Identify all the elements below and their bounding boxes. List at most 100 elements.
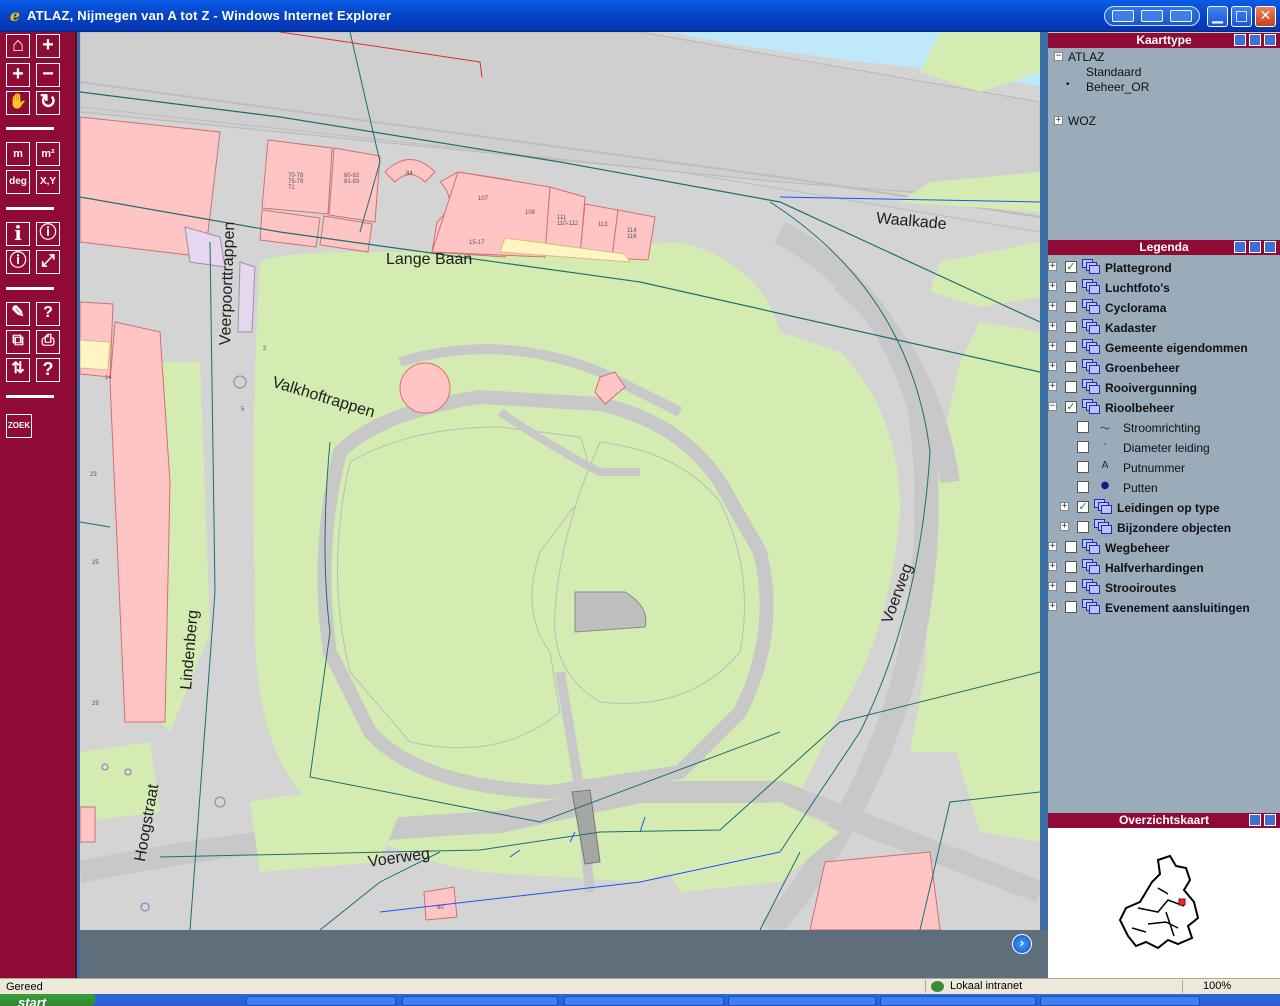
- measure-length-button[interactable]: m: [6, 142, 30, 166]
- layer-checkbox[interactable]: [1065, 381, 1077, 393]
- start-button[interactable]: start: [0, 994, 96, 1006]
- kaarttype-option-beheer-or[interactable]: Beheer_OR: [1086, 80, 1149, 94]
- layer-checkbox[interactable]: [1077, 441, 1089, 453]
- legend-group-bijzondere-objecten[interactable]: + Bijzondere objecten: [1048, 517, 1280, 537]
- panel-restore-icon[interactable]: [1249, 34, 1261, 46]
- degrees-button[interactable]: deg: [6, 170, 30, 194]
- close-button[interactable]: ✕: [1255, 6, 1276, 27]
- sort-icon[interactable]: ⇅: [6, 358, 30, 382]
- panel-minimize-icon[interactable]: [1234, 241, 1246, 253]
- panel-maximize-icon[interactable]: [1264, 241, 1276, 253]
- title-toolbar[interactable]: [1104, 6, 1200, 26]
- coordinates-button[interactable]: X,Y: [36, 170, 60, 194]
- panel-restore-icon[interactable]: [1249, 241, 1261, 253]
- display-icon[interactable]: [1169, 10, 1192, 22]
- map-canvas[interactable]: [80, 32, 1040, 930]
- home-icon[interactable]: ⌂: [6, 34, 30, 58]
- layer-expander-icon[interactable]: +: [1048, 602, 1057, 611]
- edit-icon[interactable]: ✎: [6, 302, 30, 326]
- layer-checkbox[interactable]: [1065, 581, 1077, 593]
- minimize-button[interactable]: ▁: [1207, 6, 1228, 27]
- layer-expander-icon[interactable]: +: [1048, 542, 1057, 551]
- layers-icon[interactable]: ⧉: [6, 330, 30, 354]
- fullscreen-icon[interactable]: ⤢: [36, 250, 60, 274]
- layer-checkbox[interactable]: [1065, 321, 1077, 333]
- maximize-button[interactable]: □: [1231, 6, 1252, 27]
- legend-layer-gemeente-eigendommen[interactable]: + Gemeente eigendommen: [1048, 337, 1280, 357]
- panel-maximize-icon[interactable]: [1264, 34, 1276, 46]
- woz-expander[interactable]: +: [1054, 116, 1063, 125]
- zoek-button[interactable]: ZOEK: [6, 414, 32, 438]
- layer-checkbox[interactable]: ✓: [1065, 401, 1077, 413]
- map-view[interactable]: Lange Baan Waalkade Veerpoorttrappen Val…: [80, 32, 1040, 930]
- layer-checkbox[interactable]: [1065, 561, 1077, 573]
- measure-area-button[interactable]: m²: [36, 142, 60, 166]
- layer-checkbox[interactable]: [1077, 461, 1089, 473]
- zoom-level[interactable]: 100%: [1203, 980, 1231, 992]
- taskbar-item[interactable]: [728, 996, 876, 1006]
- layer-expander-icon[interactable]: +: [1060, 522, 1069, 531]
- security-zone[interactable]: Lokaal intranet: [950, 980, 1022, 992]
- info-query-icon[interactable]: ⓘ: [6, 250, 30, 274]
- minus-icon[interactable]: −: [36, 63, 60, 87]
- legend-layer-rioolbeheer[interactable]: − ✓ Rioolbeheer: [1048, 397, 1280, 417]
- legend-layer-halfverhardingen[interactable]: + Halfverhardingen: [1048, 557, 1280, 577]
- panel-maximize-icon[interactable]: [1264, 814, 1276, 826]
- layer-expander-icon[interactable]: +: [1048, 282, 1057, 291]
- woz-node[interactable]: WOZ: [1068, 114, 1096, 128]
- legend-layer-groenbeheer[interactable]: + Groenbeheer: [1048, 357, 1280, 377]
- layer-checkbox[interactable]: [1065, 301, 1077, 313]
- print-icon[interactable]: ⎙: [36, 330, 60, 354]
- overview-map-outline[interactable]: [1048, 828, 1280, 978]
- layer-checkbox[interactable]: [1077, 421, 1089, 433]
- pan-hand-icon[interactable]: ✋: [6, 91, 30, 115]
- taskbar-item[interactable]: [564, 996, 724, 1006]
- legend-layer-cyclorama[interactable]: + Cyclorama: [1048, 297, 1280, 317]
- layer-expander-icon[interactable]: +: [1048, 302, 1057, 311]
- info-icon[interactable]: i: [6, 222, 30, 246]
- taskbar-item[interactable]: [1040, 996, 1200, 1006]
- taskbar-item[interactable]: [880, 996, 1036, 1006]
- screen-switch-icon[interactable]: [1140, 10, 1163, 22]
- overview-map[interactable]: [1048, 828, 1280, 978]
- layer-checkbox[interactable]: [1065, 601, 1077, 613]
- refresh-icon[interactable]: ↻: [36, 91, 60, 115]
- layer-checkbox[interactable]: [1065, 281, 1077, 293]
- layer-expander-icon[interactable]: +: [1048, 322, 1057, 331]
- layer-checkbox[interactable]: [1065, 541, 1077, 553]
- help-doc-icon[interactable]: ?: [36, 302, 60, 326]
- legend-layer-evenement-aansluitingen[interactable]: + Evenement aansluitingen: [1048, 597, 1280, 617]
- panel-minimize-icon[interactable]: [1249, 814, 1261, 826]
- legend-layer-plattegrond[interactable]: + ✓ Plattegrond: [1048, 257, 1280, 277]
- taskbar-item[interactable]: [402, 996, 558, 1006]
- layer-expander-icon[interactable]: +: [1048, 582, 1057, 591]
- layer-checkbox[interactable]: ✓: [1065, 261, 1077, 273]
- layer-expander-icon[interactable]: +: [1048, 342, 1057, 351]
- legend-layer-wegbeheer[interactable]: + Wegbeheer: [1048, 537, 1280, 557]
- legend-layer-strooiroutes[interactable]: + Strooiroutes: [1048, 577, 1280, 597]
- pan-arrow-icon[interactable]: ›: [1012, 934, 1032, 954]
- legend-item-stroomrichting[interactable]: 〜 Stroomrichting: [1048, 417, 1280, 437]
- legend-item-diameter-leiding[interactable]: · Diameter leiding: [1048, 437, 1280, 457]
- atlaz-node[interactable]: ATLAZ: [1068, 50, 1104, 64]
- zoom-in-icon[interactable]: +: [36, 34, 60, 58]
- taskbar-item[interactable]: [246, 996, 396, 1006]
- kaarttype-option-standaard[interactable]: Standaard: [1086, 65, 1141, 79]
- layer-checkbox[interactable]: [1077, 521, 1089, 533]
- layer-checkbox[interactable]: [1065, 361, 1077, 373]
- help-icon[interactable]: ?: [36, 358, 60, 382]
- legend-layer-kadaster[interactable]: + Kadaster: [1048, 317, 1280, 337]
- legend-layer-luchtfoto-s[interactable]: + Luchtfoto's: [1048, 277, 1280, 297]
- layer-checkbox[interactable]: [1065, 341, 1077, 353]
- info-circle-icon[interactable]: ⓘ: [36, 222, 60, 246]
- nvidia-icon[interactable]: [1112, 10, 1135, 22]
- legend-layer-rooivergunning[interactable]: + Rooivergunning: [1048, 377, 1280, 397]
- plus-icon[interactable]: +: [6, 63, 30, 87]
- legend-item-putnummer[interactable]: A Putnummer: [1048, 457, 1280, 477]
- layer-checkbox[interactable]: [1077, 481, 1089, 493]
- atlaz-expander[interactable]: −: [1054, 52, 1063, 61]
- layer-expander-icon[interactable]: +: [1060, 502, 1069, 511]
- layer-expander-icon[interactable]: +: [1048, 262, 1057, 271]
- layer-expander-icon[interactable]: +: [1048, 562, 1057, 571]
- layer-expander-icon[interactable]: +: [1048, 362, 1057, 371]
